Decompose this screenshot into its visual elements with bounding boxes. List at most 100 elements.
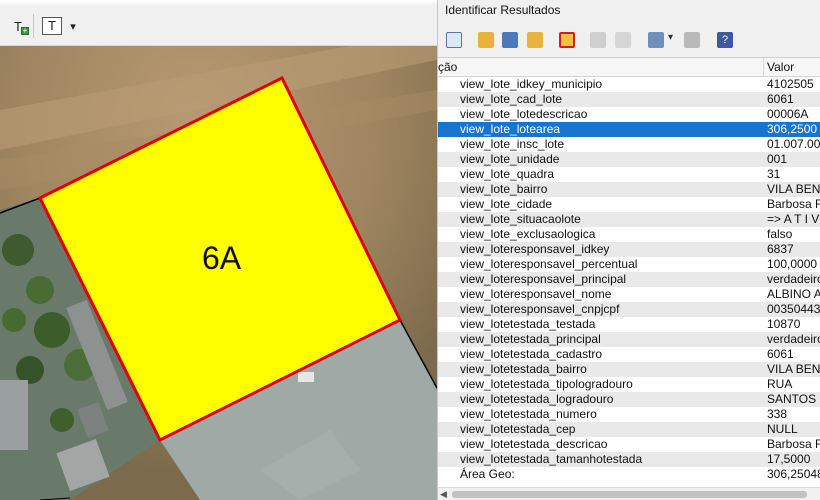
qgis-window: 6A T + T ▾ Identificar Resultados ▾ ? çã… <box>0 0 820 500</box>
copy-feature-icon[interactable] <box>590 32 606 48</box>
table-row[interactable]: view_lote_situacaolote => A T I V <box>438 212 820 227</box>
field-name: view_lotetestada_logradouro <box>460 392 614 406</box>
table-row[interactable]: view_lotetestada_numero 338 <box>438 407 820 422</box>
table-row[interactable]: view_loteresponsavel_nome ALBINO A <box>438 287 820 302</box>
table-row[interactable]: view_lote_bairro VILA BENT <box>438 182 820 197</box>
map-canvas[interactable]: 6A T + T ▾ <box>0 0 437 500</box>
table-row[interactable]: view_lotetestada_principal verdadeiro <box>438 332 820 347</box>
table-row[interactable]: view_lote_cad_lote 6061 <box>438 92 820 107</box>
field-value: 10870 <box>767 317 801 331</box>
field-name: view_lote_cad_lote <box>460 92 563 106</box>
field-value: falso <box>767 227 793 241</box>
table-row[interactable]: view_lote_insc_lote 01.007.003 <box>438 137 820 152</box>
field-value: verdadeiro <box>767 272 820 286</box>
field-name: view_lotetestada_tipologradouro <box>460 377 633 391</box>
clear-results-icon[interactable] <box>559 32 575 48</box>
table-row[interactable]: view_loteresponsavel_percentual 100,0000 <box>438 257 820 272</box>
field-name: view_lotetestada_numero <box>460 407 597 421</box>
expand-new-results-icon[interactable] <box>527 32 543 48</box>
wrench-icon[interactable] <box>684 32 700 48</box>
table-row[interactable]: view_loteresponsavel_idkey 6837 <box>438 242 820 257</box>
field-name: view_lotetestada_cep <box>460 422 576 436</box>
text-annotation-button[interactable]: T <box>40 14 64 38</box>
field-value: Barbosa F <box>767 197 820 211</box>
table-row[interactable]: view_lote_unidade 001 <box>438 152 820 167</box>
scroll-left-icon[interactable]: ◀ <box>440 489 447 500</box>
field-value: RUA <box>767 377 793 391</box>
field-name: view_lote_situacaolote <box>460 212 581 226</box>
field-name: view_lote_insc_lote <box>460 137 565 151</box>
chevron-down-icon[interactable]: ▾ <box>668 32 673 43</box>
value-column-header[interactable]: Valor <box>767 60 794 74</box>
table-row[interactable]: view_lotetestada_tamanhotestada 17,5000 <box>438 452 820 467</box>
field-value: 6061 <box>767 347 794 361</box>
scroll-thumb[interactable] <box>452 491 807 498</box>
field-name: view_lote_cidade <box>460 197 553 211</box>
table-row[interactable]: view_lotetestada_testada 10870 <box>438 317 820 332</box>
feature-column-header[interactable]: ção <box>438 60 763 74</box>
map-toolbar: T + T ▾ <box>0 0 437 46</box>
field-name: view_lotetestada_cadastro <box>460 347 603 361</box>
field-value: 001 <box>767 152 788 166</box>
lot-label: 6A <box>202 240 242 276</box>
table-row[interactable]: view_lotetestada_descricao Barbosa F <box>438 437 820 452</box>
field-value: ALBINO A <box>767 287 820 301</box>
result-rows: view_lote_idkey_municipio 4102505 view_lot… <box>438 77 820 482</box>
field-value: 338 <box>767 407 788 421</box>
table-header: ção Valor <box>438 58 820 77</box>
identify-mode-icon[interactable] <box>648 32 664 48</box>
table-row[interactable]: view_lote_cidade Barbosa F <box>438 197 820 212</box>
field-value: NULL <box>767 422 798 436</box>
help-icon[interactable]: ? <box>717 32 733 48</box>
field-name: view_lote_lotedescricao <box>460 107 588 121</box>
field-value: VILA BENT <box>767 182 820 196</box>
field-name: view_lote_lotearea <box>460 122 561 136</box>
label-tool-icon: T + <box>14 18 30 35</box>
field-name: view_lote_idkey_municipio <box>460 77 603 91</box>
field-name: view_lotetestada_descricao <box>460 437 608 451</box>
table-row[interactable]: view_lote_lotearea 306,2500 <box>438 122 820 137</box>
field-name: view_lotetestada_principal <box>460 332 601 346</box>
field-value: SANTOS D <box>767 392 820 406</box>
horizontal-scrollbar[interactable]: ◀ <box>438 487 820 500</box>
field-value: 003504439 <box>767 302 820 316</box>
expand-tree-icon[interactable] <box>446 32 462 48</box>
table-row[interactable]: view_lotetestada_cadastro 6061 <box>438 347 820 362</box>
table-row[interactable]: view_lotetestada_logradouro SANTOS D <box>438 392 820 407</box>
table-row[interactable]: view_lotetestada_bairro VILA BENT <box>438 362 820 377</box>
field-name: view_lote_quadra <box>460 167 555 181</box>
field-value: Barbosa F <box>767 437 820 451</box>
results-table[interactable]: ção Valor view_lote_idkey_municipio 41025… <box>438 57 820 487</box>
chevron-down-icon: ▾ <box>70 20 76 33</box>
table-row[interactable]: view_lote_lotedescricao 00006A <box>438 107 820 122</box>
table-row[interactable]: view_lotetestada_tipologradouro RUA <box>438 377 820 392</box>
field-value: 100,0000 <box>767 257 818 271</box>
field-value: 6061 <box>767 92 794 106</box>
field-value: 6837 <box>767 242 794 256</box>
add-label-tool-button[interactable]: T + <box>6 14 30 38</box>
table-row[interactable]: view_loteresponsavel_cnpjcpf 003504439 <box>438 302 820 317</box>
collapse-all-icon[interactable] <box>502 32 518 48</box>
table-row[interactable]: view_lote_exclusaologica falso <box>438 227 820 242</box>
table-row[interactable]: view_lote_idkey_municipio 4102505 <box>438 77 820 92</box>
field-name: view_lote_exclusaologica <box>460 227 596 241</box>
field-name: view_lotetestada_bairro <box>460 362 587 376</box>
text-tool-dropdown[interactable]: ▾ <box>67 14 79 38</box>
panel-toolbar: ▾ ? <box>438 26 820 54</box>
field-value: 306,2500 <box>767 122 818 136</box>
field-name: view_loteresponsavel_nome <box>460 287 612 301</box>
table-row[interactable]: view_lote_quadra 31 <box>438 167 820 182</box>
expand-all-icon[interactable] <box>478 32 494 48</box>
field-value: 00006A <box>767 107 809 121</box>
text-tool-icon: T <box>42 17 62 35</box>
table-row[interactable]: view_loteresponsavel_principal verdadeiro <box>438 272 820 287</box>
field-value: 31 <box>767 167 781 181</box>
field-name: view_loteresponsavel_idkey <box>460 242 610 256</box>
field-name: view_lote_unidade <box>460 152 560 166</box>
print-icon[interactable] <box>615 32 631 48</box>
table-row[interactable]: view_lotetestada_cep NULL <box>438 422 820 437</box>
field-value: 306,25048 <box>767 467 820 481</box>
table-row[interactable]: Área Geo: 306,25048 <box>438 467 820 482</box>
field-value: VILA BENT <box>767 362 820 376</box>
field-value: 01.007.003 <box>767 137 820 151</box>
